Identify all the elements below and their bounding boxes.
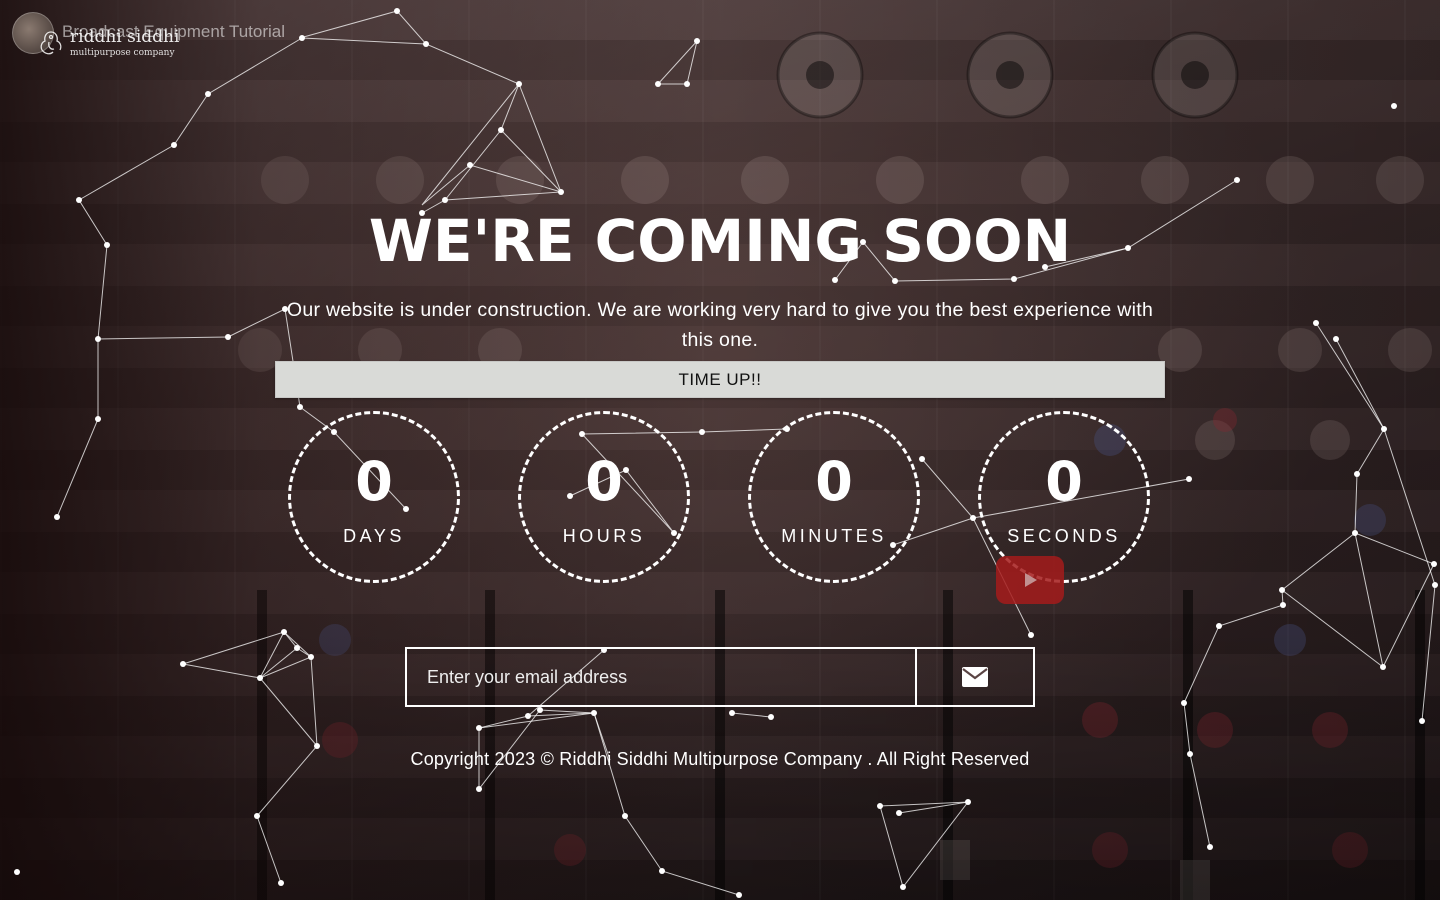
brand-tagline: multipurpose company	[70, 47, 175, 58]
countdown-seconds-value: 0	[1045, 450, 1083, 513]
page-description: Our website is under construction. We ar…	[286, 299, 1154, 351]
email-input[interactable]	[407, 649, 915, 705]
countdown-days: 0 DAYS	[288, 411, 460, 583]
brand-name: riddhi siddhi	[70, 26, 180, 47]
countdown-days-value: 0	[355, 450, 393, 513]
envelope-icon	[962, 667, 988, 687]
countdown-hours-label: HOURS	[562, 526, 646, 546]
countdown-seconds-label: SECONDS	[1007, 526, 1121, 546]
time-up-banner: TIME UP!!	[275, 361, 1165, 398]
countdown-hours-value: 0	[585, 450, 623, 513]
brand-logo[interactable]: riddhi siddhi multipurpose company	[36, 28, 179, 58]
countdown-minutes-value: 0	[815, 450, 853, 513]
subscribe-submit-button[interactable]	[915, 649, 1033, 705]
countdown-minutes-label: MINUTES	[781, 526, 887, 546]
countdown-days-label: DAYS	[343, 526, 405, 546]
hero-section: WE'RE COMING SOON Our website is under c…	[0, 205, 1440, 355]
countdown-hours: 0 HOURS	[518, 411, 690, 583]
youtube-play-button[interactable]	[996, 556, 1064, 604]
page-title: WE'RE COMING SOON	[368, 207, 1072, 275]
ganesha-logo-icon	[40, 31, 62, 55]
footer-copyright: Copyright 2023 © Riddhi Siddhi Multipurp…	[410, 749, 1030, 769]
youtube-play-icon	[1025, 573, 1037, 587]
subscribe-form	[405, 647, 1035, 707]
countdown-minutes: 0 MINUTES	[748, 411, 920, 583]
